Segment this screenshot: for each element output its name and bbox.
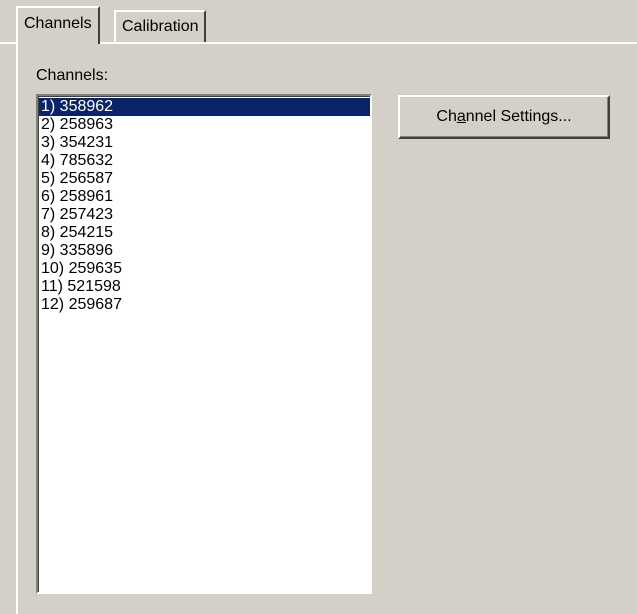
channel-list-item[interactable]: 9) 335896 — [39, 242, 370, 260]
panel-border — [16, 44, 18, 614]
channel-settings-button[interactable]: Ch a nnel Settings... — [398, 95, 610, 139]
channels-list-label: Channels: — [36, 67, 109, 84]
channel-list-item[interactable]: 6) 258961 — [39, 188, 370, 206]
channel-list-item[interactable]: 2) 258963 — [39, 116, 370, 134]
channel-list-item[interactable]: 11) 521598 — [39, 278, 370, 296]
channels-listbox[interactable]: 1) 358962 2) 258963 3) 354231 4) 785632 5) 2… — [36, 94, 372, 594]
channel-list-item[interactable]: 3) 354231 — [39, 134, 370, 152]
channel-list-item[interactable]: 10) 259635 — [39, 260, 370, 278]
channel-settings-label-mnemonic: a — [456, 108, 466, 125]
channel-list-item[interactable]: 4) 785632 — [39, 152, 370, 170]
channel-list-item[interactable]: 1) 358962 — [39, 98, 370, 116]
channel-list-item[interactable]: 7) 257423 — [39, 206, 370, 224]
tab-calibration[interactable]: Calibration — [114, 10, 207, 42]
channel-list-item[interactable]: 5) 256587 — [39, 170, 370, 188]
channel-list-item[interactable]: 12) 259687 — [39, 296, 370, 314]
channel-list: 1) 358962 2) 258963 3) 354231 4) 785632 5) 2… — [38, 96, 370, 314]
tab-channels[interactable]: Channels — [16, 6, 100, 44]
channel-settings-label-post: nnel Settings... — [465, 108, 572, 125]
channel-list-item[interactable]: 8) 254215 — [39, 224, 370, 242]
tab-strip: Channels Calibration — [0, 0, 637, 44]
channel-settings-label-pre: Ch — [436, 108, 457, 125]
